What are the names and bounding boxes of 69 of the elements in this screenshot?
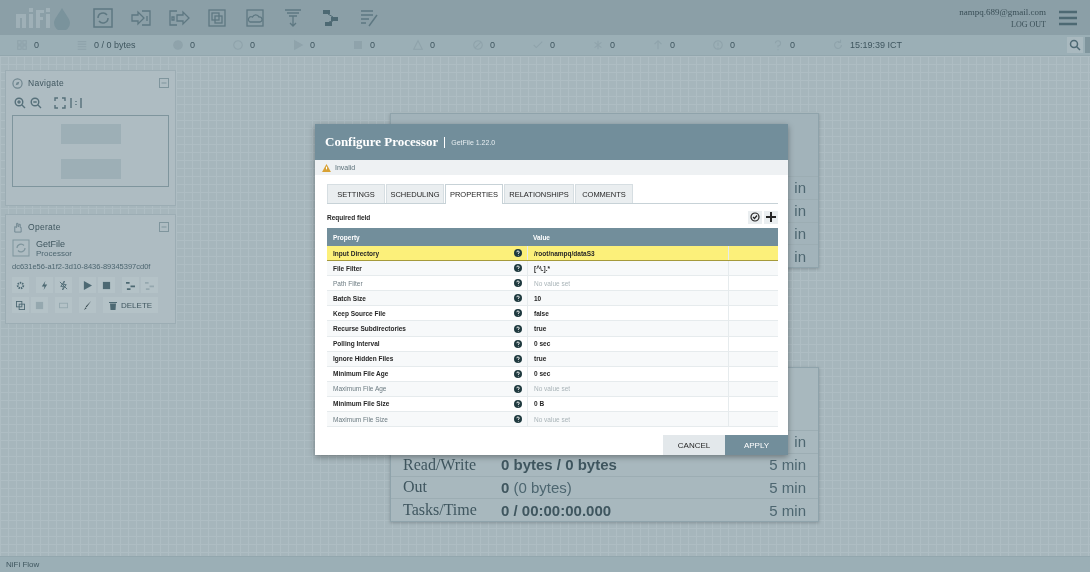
help-icon[interactable] <box>514 309 522 318</box>
warning-icon <box>322 163 331 172</box>
stat-value: 0 / 00:00:00.000 <box>501 501 612 519</box>
component-type: Processor <box>36 249 72 258</box>
stat-value: 0 bytes / 0 bytes <box>501 456 617 474</box>
status-count: 0 <box>34 40 39 50</box>
panel-title: Operate <box>28 222 61 232</box>
stat-period: in <box>794 202 806 220</box>
help-icon[interactable] <box>514 294 522 303</box>
trash-icon <box>109 300 117 310</box>
hand-icon <box>12 221 23 233</box>
stop-icon[interactable] <box>98 277 115 293</box>
status-count: 0 <box>370 40 375 50</box>
play-icon[interactable] <box>79 277 96 293</box>
status-count: 0 / 0 bytes <box>94 40 136 50</box>
status-count: 0 <box>250 40 255 50</box>
status-count: 0 <box>430 40 435 50</box>
delete-button[interactable]: DELETE <box>103 297 159 313</box>
panel-title: Navigate <box>28 78 64 88</box>
stat-period: 5 min <box>769 478 806 496</box>
help-icon[interactable] <box>514 339 522 348</box>
help-icon[interactable] <box>514 384 522 393</box>
help-icon[interactable] <box>514 249 522 258</box>
help-icon[interactable] <box>514 369 522 378</box>
stat-label: Out <box>403 478 428 497</box>
help-icon[interactable] <box>514 400 522 408</box>
status-count: 0 <box>610 40 615 50</box>
status-count: 0 <box>790 40 795 50</box>
help-icon[interactable] <box>514 415 522 424</box>
add-icon[interactable] <box>764 210 778 224</box>
breadcrumb-link[interactable]: NiFi Flow <box>6 560 40 569</box>
zoom-out-icon[interactable] <box>30 97 42 109</box>
search-icon[interactable] <box>1067 37 1083 53</box>
lightning-icon[interactable] <box>36 277 53 293</box>
status-count: 0 <box>550 40 555 50</box>
stat-period: 5 min <box>769 456 806 474</box>
dialog-title: Configure Processor <box>325 134 439 150</box>
verify-icon[interactable] <box>748 210 762 224</box>
help-icon[interactable] <box>514 264 522 273</box>
zoom-in-icon[interactable] <box>14 97 26 109</box>
collapse-icon[interactable] <box>159 222 169 232</box>
fit-icon[interactable] <box>54 97 66 109</box>
status-count: 0 <box>670 40 675 50</box>
help-icon[interactable] <box>514 354 522 363</box>
compass-icon <box>12 77 23 89</box>
collapse-icon[interactable] <box>159 78 169 88</box>
help-icon[interactable] <box>514 279 522 288</box>
copy-icon[interactable] <box>12 297 29 313</box>
brush-icon[interactable] <box>79 297 96 313</box>
actual-size-icon[interactable] <box>70 97 82 109</box>
stat-value: 0 (0 bytes) <box>501 478 572 496</box>
stat-period: in <box>794 247 806 265</box>
stat-label: Tasks/Time <box>403 501 478 520</box>
status-count: 0 <box>190 40 195 50</box>
stat-period: 5 min <box>769 501 806 519</box>
minimap[interactable] <box>12 115 169 187</box>
component-name: GetFile <box>36 239 66 249</box>
stat-period: in <box>794 433 806 451</box>
stat-period: in <box>794 179 806 197</box>
stat-label: Read/Write <box>403 455 478 474</box>
status-count: 0 <box>730 40 735 50</box>
status-count: 0 <box>310 40 315 50</box>
cancel-button[interactable]: CANCEL <box>663 435 725 455</box>
status-count: 15:19:39 ICT <box>850 40 903 50</box>
user-email: nampq.689@gmail.com <box>959 6 1046 17</box>
status-count: 0 <box>490 40 495 50</box>
help-icon[interactable] <box>514 324 522 333</box>
stat-period: in <box>794 224 806 242</box>
crossed-lightning-icon[interactable] <box>55 277 72 293</box>
